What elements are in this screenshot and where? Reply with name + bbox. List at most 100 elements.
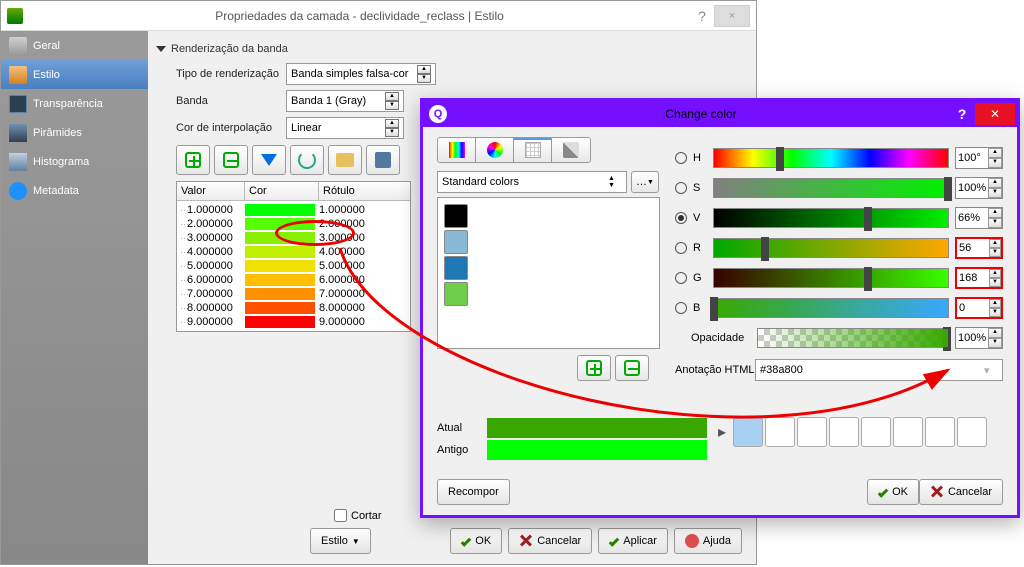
v-spinbox[interactable]: ▲▼ xyxy=(955,207,1003,229)
spin-buttons[interactable]: ▲▼ xyxy=(988,328,1002,348)
remove-entry-button[interactable] xyxy=(214,145,248,175)
sidebar-item-estilo[interactable]: Estilo xyxy=(1,60,148,89)
table-row[interactable]: ⋯ 8.000000 8.000000 xyxy=(177,301,410,315)
recent-color-cell[interactable] xyxy=(925,417,955,447)
table-row[interactable]: ⋯ 1.000000 1.000000 xyxy=(177,203,410,217)
b-slider-bar[interactable] xyxy=(713,298,949,318)
recent-color-cell[interactable] xyxy=(797,417,827,447)
style-menu-button[interactable]: Estilo ▼ xyxy=(310,528,371,554)
row-color-swatch[interactable] xyxy=(245,316,315,329)
b-spinbox[interactable]: ▲▼ xyxy=(955,297,1003,319)
spin-buttons[interactable]: ▲▼ xyxy=(988,178,1002,198)
row-color-swatch[interactable] xyxy=(245,204,315,217)
h-spinbox[interactable]: ▲▼ xyxy=(955,147,1003,169)
palette-color-list[interactable] xyxy=(437,197,660,349)
row-color-swatch[interactable] xyxy=(245,288,315,301)
old-color-swatch[interactable] xyxy=(487,440,707,460)
reset-button[interactable]: Recompor xyxy=(437,479,510,505)
color-cancel-button[interactable]: Cancelar xyxy=(919,479,1003,505)
slider-thumb[interactable] xyxy=(761,237,769,261)
row-color-swatch[interactable] xyxy=(245,260,315,273)
table-row[interactable]: ⋯ 6.000000 6.000000 xyxy=(177,273,410,287)
g-spinbox[interactable]: ▲▼ xyxy=(955,267,1003,289)
palette-swatch[interactable] xyxy=(444,256,468,280)
slider-thumb[interactable] xyxy=(776,147,784,171)
load-colormap-button[interactable] xyxy=(328,145,362,175)
spin-buttons[interactable]: ▲▼ xyxy=(989,299,1001,317)
recent-color-cell[interactable] xyxy=(957,417,987,447)
table-row[interactable]: ⋯ 5.000000 5.000000 xyxy=(177,259,410,273)
v-value-input[interactable] xyxy=(956,208,988,228)
help-icon[interactable]: ? xyxy=(949,106,975,122)
row-color-swatch[interactable] xyxy=(245,218,315,231)
help-button[interactable]: Ajuda xyxy=(674,528,742,554)
r-slider-bar[interactable] xyxy=(713,238,949,258)
palette-remove-button[interactable] xyxy=(615,355,649,381)
html-value-field[interactable] xyxy=(760,364,984,376)
opacity-spinbox[interactable]: ▲▼ xyxy=(955,327,1003,349)
v-radio[interactable] xyxy=(675,212,687,224)
tab-wheel[interactable] xyxy=(476,138,514,162)
sidebar-item-pirâmides[interactable]: Pirâmides xyxy=(1,118,148,147)
save-colormap-button[interactable] xyxy=(366,145,400,175)
s-slider-bar[interactable] xyxy=(713,178,949,198)
g-value-input[interactable] xyxy=(957,269,989,287)
palette-swatch[interactable] xyxy=(444,282,468,306)
tab-gradient[interactable] xyxy=(438,138,476,162)
r-value-input[interactable] xyxy=(957,239,989,257)
add-to-recent-arrow-icon[interactable]: ▸ xyxy=(713,422,731,442)
html-notation-input[interactable]: ▾ xyxy=(755,359,1003,381)
color-ok-button[interactable]: OK xyxy=(867,479,919,505)
sidebar-item-geral[interactable]: Geral xyxy=(1,31,148,60)
row-color-swatch[interactable] xyxy=(245,274,315,287)
r-spinbox[interactable]: ▲▼ xyxy=(955,237,1003,259)
s-value-input[interactable] xyxy=(956,178,988,198)
slider-thumb[interactable] xyxy=(864,207,872,231)
palette-add-button[interactable] xyxy=(577,355,611,381)
table-row[interactable]: ⋯ 2.000000 2.000000 xyxy=(177,217,410,231)
band-combo[interactable]: Banda 1 (Gray) ▲▼ xyxy=(286,90,404,112)
g-slider-bar[interactable] xyxy=(713,268,949,288)
sidebar-item-transparência[interactable]: Transparência xyxy=(1,89,148,118)
close-icon[interactable]: × xyxy=(714,5,750,27)
palette-options-button[interactable]: …▼ xyxy=(631,171,659,193)
b-value-input[interactable] xyxy=(957,299,989,317)
s-spinbox[interactable]: ▲▼ xyxy=(955,177,1003,199)
sort-button[interactable] xyxy=(252,145,286,175)
interp-combo[interactable]: Linear ▲▼ xyxy=(286,117,404,139)
cancel-button[interactable]: Cancelar xyxy=(508,528,592,554)
table-row[interactable]: ⋯ 3.000000 3.000000 xyxy=(177,231,410,245)
close-icon[interactable]: ✕ xyxy=(975,103,1015,125)
spin-buttons[interactable]: ▲▼ xyxy=(988,148,1002,168)
add-entry-button[interactable] xyxy=(176,145,210,175)
recent-color-cell[interactable] xyxy=(733,417,763,447)
recent-color-cell[interactable] xyxy=(765,417,795,447)
tab-picker[interactable] xyxy=(552,138,590,162)
h-slider-bar[interactable] xyxy=(713,148,949,168)
b-radio[interactable] xyxy=(675,302,687,314)
help-icon[interactable]: ? xyxy=(690,8,714,24)
s-radio[interactable] xyxy=(675,182,687,194)
r-radio[interactable] xyxy=(675,242,687,254)
palette-swatch[interactable] xyxy=(444,204,468,228)
sidebar-item-metadata[interactable]: Metadata xyxy=(1,176,148,205)
g-radio[interactable] xyxy=(675,272,687,284)
table-row[interactable]: ⋯ 9.000000 9.000000 xyxy=(177,315,410,329)
slider-thumb[interactable] xyxy=(944,177,952,201)
palette-swatch[interactable] xyxy=(444,230,468,254)
opacity-slider-bar[interactable] xyxy=(757,328,949,348)
ok-button[interactable]: OK xyxy=(450,528,502,554)
dropdown-icon[interactable]: ▾ xyxy=(984,364,998,377)
spin-buttons[interactable]: ▲▼ xyxy=(988,208,1002,228)
row-color-swatch[interactable] xyxy=(245,246,315,259)
slider-thumb[interactable] xyxy=(710,297,718,321)
recent-color-cell[interactable] xyxy=(893,417,923,447)
recent-color-cell[interactable] xyxy=(861,417,891,447)
spin-buttons[interactable]: ▲▼ xyxy=(989,239,1001,257)
opacity-value-input[interactable] xyxy=(956,328,988,348)
table-row[interactable]: ⋯ 7.000000 7.000000 xyxy=(177,287,410,301)
cortar-checkbox[interactable] xyxy=(334,509,347,522)
h-radio[interactable] xyxy=(675,152,687,164)
spin-buttons[interactable]: ▲▼ xyxy=(989,269,1001,287)
v-slider-bar[interactable] xyxy=(713,208,949,228)
